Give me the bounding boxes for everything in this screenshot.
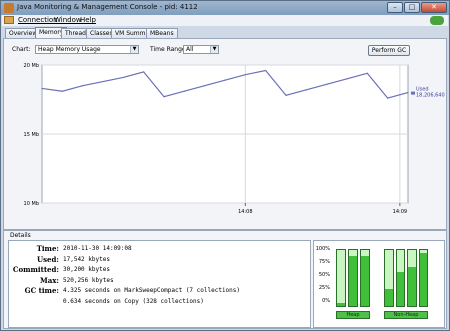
chevron-down-icon: ▼ xyxy=(210,46,218,53)
detail-key: Max: xyxy=(39,275,59,285)
pct-label: 0% xyxy=(322,298,330,304)
data-point xyxy=(163,96,165,98)
pct-label: 50% xyxy=(318,272,330,278)
heap-pool-column[interactable] xyxy=(348,249,358,307)
main-window: Java Monitoring & Management Console - p… xyxy=(0,0,450,331)
data-point xyxy=(387,97,389,99)
data-point xyxy=(285,94,287,96)
detail-value: 30,200 kbytes xyxy=(63,266,110,273)
legend-swatch xyxy=(411,91,415,95)
nonheap-pool-column-fill xyxy=(385,289,393,306)
y-tick-label: 10 Mb xyxy=(24,201,39,207)
chart-label: Chart: xyxy=(12,46,31,53)
nonheap-pool-column-fill xyxy=(419,252,427,306)
detail-value: 520,256 kbytes xyxy=(63,276,114,284)
tab-mbeans[interactable]: MBeans xyxy=(146,28,178,38)
chart-select[interactable]: Heap Memory Usage ▼ xyxy=(35,45,139,54)
menu-help[interactable]: Help xyxy=(80,16,96,24)
detail-key: Committed: xyxy=(12,265,59,274)
nonheap-pool-column[interactable] xyxy=(407,249,417,307)
detail-value: 0.634 seconds on Copy (328 collections) xyxy=(63,297,204,305)
heap-pool-column-fill xyxy=(349,255,357,306)
data-point xyxy=(61,90,63,92)
tab-bar: Overview Memory Threads Classes VM Summa… xyxy=(3,27,447,38)
legend-value: 18,206,640 xyxy=(416,93,445,99)
details-info-box: Time: 2010-11-30 14:09:08 Used: 17,542 kby… xyxy=(8,240,311,328)
chevron-down-icon: ▼ xyxy=(130,46,138,53)
java-logo-icon xyxy=(430,16,444,25)
menu-bar: Connection Window Help xyxy=(2,15,448,26)
detail-key: Used: xyxy=(37,254,59,264)
window-title: Java Monitoring & Management Console - p… xyxy=(17,3,198,11)
close-icon[interactable]: ✕ xyxy=(421,2,447,13)
window-controls: – □ ✕ xyxy=(386,2,447,14)
timerange-select[interactable]: All ▼ xyxy=(183,45,219,54)
memory-panel: Chart: Heap Memory Usage ▼ Time Range: A… xyxy=(3,38,447,230)
minimize-icon[interactable]: – xyxy=(387,2,403,13)
menu-window[interactable]: Window xyxy=(54,16,82,24)
data-point xyxy=(224,79,226,81)
data-point xyxy=(102,80,104,83)
data-point xyxy=(366,72,368,74)
details-heading: Details xyxy=(10,232,31,239)
nonheap-pool-column-fill xyxy=(396,272,404,306)
x-tick-label: 14:09 xyxy=(393,209,407,215)
detail-value: 4.325 seconds on MarkSweepCompact (7 col… xyxy=(63,287,241,294)
y-tick-label: 15 Mb xyxy=(24,132,39,138)
y-tick-label: 20 Mb xyxy=(24,63,39,69)
menu-connection[interactable]: Connection xyxy=(18,16,58,24)
heap-pool-button[interactable]: Heap xyxy=(336,311,370,319)
window-menu-icon[interactable] xyxy=(4,16,14,24)
data-point xyxy=(244,74,246,76)
chart-svg: 20 Mb15 Mb10 Mb14:08 14:09Used18,206,640 xyxy=(24,63,445,215)
data-point xyxy=(305,89,307,91)
pct-label: 100% xyxy=(315,246,330,252)
detail-key: Time: xyxy=(36,244,59,253)
pct-label: 25% xyxy=(318,285,330,291)
heap-pool-column-fill xyxy=(361,255,369,306)
timerange-label: Time Range: xyxy=(150,46,188,53)
timerange-select-value: All xyxy=(186,46,194,53)
detail-key: GC time: xyxy=(24,286,59,295)
pct-label: 75% xyxy=(318,259,330,265)
java-app-icon xyxy=(4,3,14,13)
data-point xyxy=(204,85,206,87)
title-bar[interactable]: Java Monitoring & Management Console - p… xyxy=(1,1,449,15)
nonheap-pool-column[interactable] xyxy=(395,249,405,307)
heap-pool-column[interactable] xyxy=(336,249,346,307)
data-point xyxy=(407,92,409,94)
x-tick-label: 14:08 xyxy=(238,209,252,215)
heap-memory-chart: 20 Mb 15 Mb 10 Mb 14:08 14:09 Used 18,206,640 xyxy=(4,57,446,229)
data-point xyxy=(346,78,348,80)
chart-select-value: Heap Memory Usage xyxy=(38,46,101,53)
detail-value: 17,542 kbytes xyxy=(63,255,110,263)
details-panel: Details Time: 2010-11-30 14:09:08 Used: 17… xyxy=(3,230,447,329)
nonheap-pool-column[interactable] xyxy=(384,249,394,307)
data-point xyxy=(122,76,124,79)
data-point xyxy=(143,71,145,73)
nonheap-pool-column-fill xyxy=(408,266,416,306)
data-point xyxy=(326,83,328,85)
maximize-icon[interactable]: □ xyxy=(404,2,420,13)
perform-gc-button[interactable]: Perform GC xyxy=(368,45,410,56)
data-point xyxy=(82,85,84,87)
detail-value: 2010-11-30 14:09:08 xyxy=(63,245,132,252)
data-point xyxy=(265,69,267,72)
heap-pool-column[interactable] xyxy=(360,249,370,307)
nonheap-pool-button[interactable]: Non-Heap xyxy=(384,311,428,319)
data-point xyxy=(41,87,43,90)
memory-pools-box: 100% 75% 50% 25% 0% Heap Non-Heap xyxy=(313,240,445,328)
nonheap-pool-column[interactable] xyxy=(418,249,428,307)
data-point xyxy=(183,90,185,92)
heap-pool-column-fill xyxy=(337,303,345,306)
